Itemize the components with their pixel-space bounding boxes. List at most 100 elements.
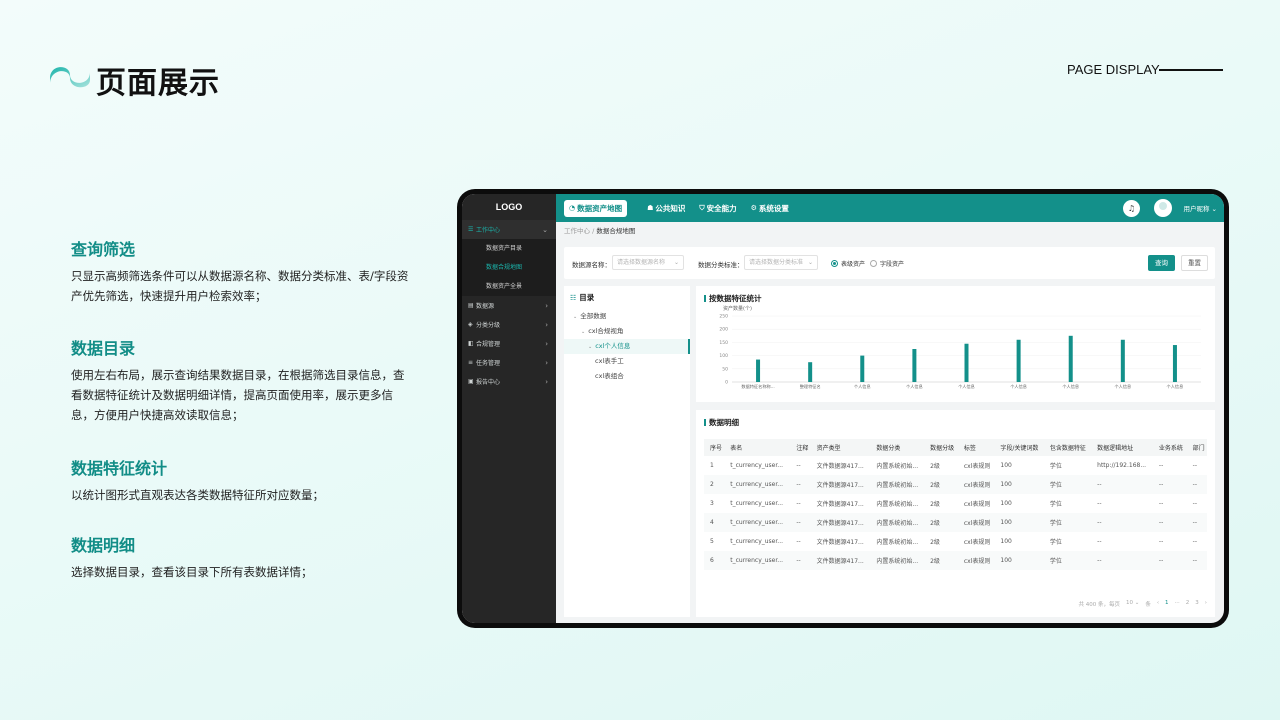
- query-button[interactable]: 查询: [1148, 255, 1175, 271]
- bar: [860, 355, 865, 382]
- table-cell: 内置系统初始...: [870, 475, 925, 494]
- data-detail-card: 数据明细 序号 表名 注释 资产类型 数据分类 数据分级 标签 字段/关键词数 包含数据特征 数据…: [696, 410, 1215, 617]
- table-cell: 5: [710, 538, 714, 545]
- table-cell: cxl表规则: [963, 463, 991, 470]
- y-axis-label: 资产数量(个): [723, 305, 752, 312]
- list-icon: ≡: [468, 359, 474, 366]
- table-cell: cxl表规则: [957, 551, 995, 570]
- sidebar-item-label: 工作中心: [476, 227, 501, 234]
- sidebar-item-classification[interactable]: ◈ 分类分级 ›: [462, 315, 556, 334]
- section-title: 数据目录: [71, 339, 136, 358]
- table-cell: --: [796, 462, 801, 469]
- table-cell: 2级: [924, 513, 958, 532]
- table-row[interactable]: 3 t_currency_user... -- 文件数据源417... 内置系统初始..…: [704, 494, 1207, 513]
- column-header: 业务系统: [1152, 439, 1187, 456]
- bell-icon[interactable]: ♫: [1123, 200, 1140, 217]
- section-data-catalog: 数据目录 使用左右布局，展示查询结果数据目录，在根据筛选目录信息，查看数据特征统…: [71, 335, 411, 425]
- shield-icon: ◧: [468, 340, 474, 347]
- page-size-value: 10: [1125, 600, 1133, 606]
- sidebar-item-tasks[interactable]: ≡ 任务管理 ›: [462, 353, 556, 372]
- sidebar-item-work-center[interactable]: ☰ 工作中心 ⌄: [462, 220, 556, 239]
- page-3[interactable]: 3: [1195, 600, 1199, 608]
- tree-node-compliance-view[interactable]: ⌄ cxl合规视角: [564, 324, 690, 339]
- prev-page-icon[interactable]: ‹: [1157, 600, 1159, 608]
- bar: [964, 343, 969, 382]
- card-title: 数据明细: [696, 410, 1215, 428]
- sidebar-subitem-compliance-map[interactable]: 数据合规地图: [462, 258, 556, 277]
- breadcrumb: 工作中心 / 数据合规地图: [564, 225, 635, 235]
- section-query-filter: 查询筛选 只显示高频筛选条件可以从数据源名称、数据分类标准、表/字段资产优先筛选…: [71, 236, 411, 306]
- tree-node-all[interactable]: ⌄ 全部数据: [564, 309, 690, 324]
- next-page-icon[interactable]: ›: [1205, 600, 1207, 608]
- sidebar-item-datasource[interactable]: ▤ 数据源 ›: [462, 296, 556, 315]
- sidebar-item-label: 合规管理: [476, 341, 501, 348]
- radio-table-asset[interactable]: 表级资产: [831, 259, 865, 268]
- column-header: 表名: [724, 439, 791, 456]
- app-screen: LOGO ☰ 工作中心 ⌄ 数据资产目录 数据合规地图 数据资产全景 ▤ 数据源…: [462, 194, 1224, 623]
- table-row[interactable]: 4 t_currency_user... -- 文件数据源417... 内置系统初始..…: [704, 513, 1207, 532]
- nav-security[interactable]: ⛉ 安全能力: [699, 203, 736, 214]
- bar: [808, 362, 813, 382]
- tree-node-manual-table[interactable]: cxl表手工: [564, 354, 690, 369]
- table-cell: cxl表规则: [957, 475, 995, 494]
- section-title: 数据明细: [71, 536, 136, 555]
- radio-dot: [831, 260, 838, 267]
- source-select[interactable]: 请选择数据源名称 ⌄: [612, 255, 684, 270]
- x-tick-label: 个人信息: [1010, 383, 1027, 390]
- reset-button[interactable]: 重置: [1181, 255, 1208, 271]
- standard-select[interactable]: 请选择数据分类标准 ⌄: [744, 255, 818, 270]
- tree-node-personal-info[interactable]: ⌄ cxl个人信息: [564, 339, 690, 354]
- y-tick-label: 0: [725, 380, 728, 386]
- table-cell: --: [1097, 500, 1102, 507]
- table-cell: 文件数据源417...: [810, 551, 871, 570]
- x-tick-label: 个人信息: [854, 383, 871, 390]
- table-cell: --: [1158, 538, 1164, 545]
- table-cell: 内置系统初始...: [870, 551, 925, 570]
- table-cell: --: [1091, 475, 1153, 494]
- table-cell: 100: [1000, 500, 1012, 507]
- table-cell: t_currency_user...: [724, 475, 791, 494]
- nav-asset-map[interactable]: ◔ 数据资产地图: [564, 199, 628, 217]
- table-cell: 内置系统初始...: [876, 463, 919, 470]
- chevron-down-icon: ⌄: [807, 259, 813, 266]
- table-cell: 学位: [1043, 551, 1092, 570]
- column-header: 数据分级: [924, 439, 958, 456]
- chevron-down-icon: ⌄: [573, 314, 578, 320]
- sidebar-subitem-asset-overview[interactable]: 数据资产全景: [462, 277, 556, 296]
- radio-dot: [870, 260, 877, 267]
- sidebar-subitem-asset-catalog[interactable]: 数据资产目录: [462, 239, 556, 258]
- chevron-right-icon: ›: [545, 377, 548, 386]
- table-cell: 100: [1000, 538, 1012, 545]
- table-row[interactable]: 2 t_currency_user... -- 文件数据源417... 内置系统初始..…: [704, 475, 1207, 494]
- x-tick-label: 个人信息: [1167, 383, 1184, 390]
- y-tick-label: 150: [719, 340, 728, 346]
- table-cell: 文件数据源417...: [816, 501, 864, 508]
- book-icon: ☗: [647, 204, 654, 212]
- user-menu[interactable]: 用户昵称 ⌄: [1183, 203, 1217, 213]
- table-cell: t_currency_user...: [730, 462, 784, 469]
- chevron-down-icon: ⌄: [1211, 205, 1217, 213]
- sidebar-item-compliance[interactable]: ◧ 合规管理 ›: [462, 334, 556, 353]
- table-cell: 内置系统初始...: [876, 539, 919, 546]
- sidebar-item-reports[interactable]: ▣ 报告中心 ›: [462, 372, 556, 391]
- avatar[interactable]: [1154, 199, 1172, 217]
- tree-node-label: 全部数据: [580, 312, 607, 320]
- standard-placeholder: 请选择数据分类标准: [749, 259, 804, 266]
- page-1[interactable]: 1: [1165, 600, 1169, 608]
- table-row[interactable]: 1 t_currency_user... -- 文件数据源417... 内置系统初始..…: [704, 456, 1207, 475]
- radio-field-asset[interactable]: 字段资产: [870, 259, 904, 268]
- chevron-right-icon: ›: [545, 320, 548, 329]
- column-header: 序号: [704, 439, 725, 456]
- table-row[interactable]: 6 t_currency_user... -- 文件数据源417... 内置系统初始..…: [704, 551, 1207, 570]
- table-row[interactable]: 5 t_currency_user... -- 文件数据源417... 内置系统初始..…: [704, 532, 1207, 551]
- breadcrumb-parent[interactable]: 工作中心: [564, 227, 590, 235]
- nav-label: 安全能力: [706, 203, 737, 213]
- nav-public-knowledge[interactable]: ☗ 公共知识: [647, 203, 685, 214]
- page-size-select[interactable]: 10 ⌄: [1126, 600, 1139, 608]
- page-2[interactable]: 2: [1186, 600, 1190, 608]
- column-header: 标签: [957, 439, 995, 456]
- nav-settings[interactable]: ⚙ 系统设置: [751, 203, 789, 214]
- table-cell: 2级: [930, 463, 940, 470]
- tree-node-combined-table[interactable]: cxl表组合: [564, 369, 690, 384]
- gear-icon: ⚙: [750, 204, 757, 212]
